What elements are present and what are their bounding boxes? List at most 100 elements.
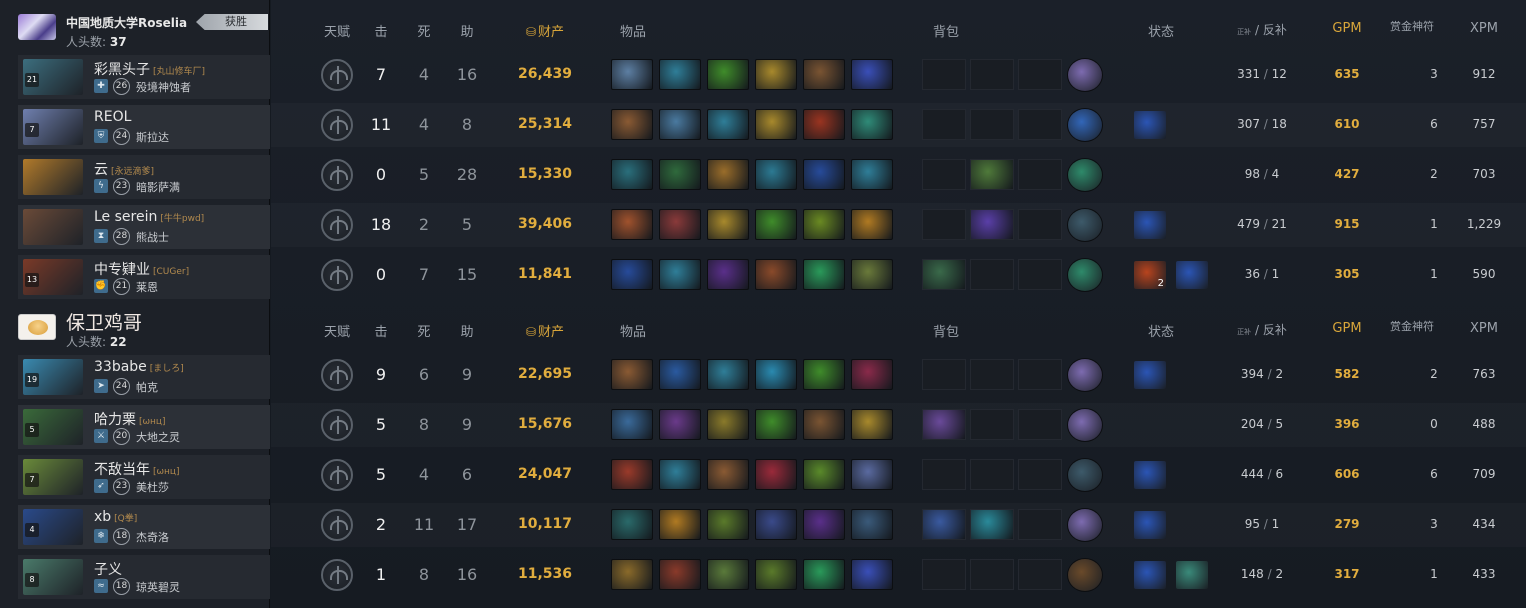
neutral-item-icon[interactable] — [1067, 408, 1103, 442]
item-icon[interactable] — [659, 259, 701, 290]
backpack-slot[interactable] — [922, 459, 966, 490]
item-icon[interactable] — [707, 159, 749, 190]
backpack-slot[interactable] — [970, 259, 1014, 290]
item-icon[interactable] — [803, 109, 845, 140]
neutral-item-icon[interactable] — [1067, 158, 1103, 192]
backpack-item-icon[interactable] — [922, 509, 966, 540]
backpack-slot[interactable] — [1018, 359, 1062, 390]
item-icon[interactable] — [803, 509, 845, 540]
item-icon[interactable] — [659, 359, 701, 390]
backpack-slot[interactable] — [1018, 409, 1062, 440]
player-row[interactable]: Le serein [牛牛pwd] ⧗ 28 熊战士 — [18, 205, 270, 249]
item-icon[interactable] — [755, 159, 797, 190]
item-icon[interactable] — [803, 159, 845, 190]
talent-tree-icon[interactable] — [321, 109, 353, 141]
item-icon[interactable] — [611, 59, 653, 90]
talent-tree-icon[interactable] — [321, 459, 353, 491]
backpack-slot[interactable] — [1018, 109, 1062, 140]
player-name[interactable]: 不敌当年 [ωнц] — [94, 459, 180, 479]
item-icon[interactable] — [755, 409, 797, 440]
backpack-slot[interactable] — [1018, 159, 1062, 190]
player-name[interactable]: 彩黑头子 [丸山修车厂] — [94, 59, 205, 79]
item-icon[interactable] — [851, 109, 893, 140]
item-icon[interactable] — [755, 459, 797, 490]
backpack-item-icon[interactable] — [922, 409, 966, 440]
item-icon[interactable] — [851, 359, 893, 390]
item-icon[interactable] — [755, 59, 797, 90]
item-icon[interactable] — [659, 509, 701, 540]
item-icon[interactable] — [803, 409, 845, 440]
item-icon[interactable] — [659, 159, 701, 190]
backpack-item-icon[interactable] — [922, 259, 966, 290]
item-icon[interactable] — [851, 159, 893, 190]
hero-portrait[interactable] — [23, 209, 83, 245]
item-icon[interactable] — [851, 209, 893, 240]
neutral-item-icon[interactable] — [1067, 258, 1103, 292]
backpack-slot[interactable] — [1018, 559, 1062, 590]
neutral-item-icon[interactable] — [1067, 58, 1103, 92]
player-name[interactable]: Le serein [牛牛pwd] — [94, 209, 204, 225]
player-row[interactable]: 4 xb [Q拳] ❄ 18 杰奇洛 — [18, 505, 270, 549]
player-name[interactable]: xb [Q拳] — [94, 509, 137, 525]
backpack-slot[interactable] — [922, 209, 966, 240]
neutral-item-icon[interactable] — [1067, 508, 1103, 542]
item-icon[interactable] — [851, 509, 893, 540]
item-icon[interactable] — [803, 359, 845, 390]
item-icon[interactable] — [851, 409, 893, 440]
item-icon[interactable] — [659, 209, 701, 240]
backpack-slot[interactable] — [922, 559, 966, 590]
item-icon[interactable] — [611, 359, 653, 390]
neutral-item-icon[interactable] — [1067, 358, 1103, 392]
item-icon[interactable] — [659, 559, 701, 590]
player-name[interactable]: 哈力栗 [ωнц] — [94, 409, 166, 429]
backpack-slot[interactable] — [970, 59, 1014, 90]
item-icon[interactable] — [707, 259, 749, 290]
backpack-slot[interactable] — [922, 359, 966, 390]
talent-tree-icon[interactable] — [321, 359, 353, 391]
backpack-slot[interactable] — [970, 459, 1014, 490]
neutral-item-icon[interactable] — [1067, 458, 1103, 492]
item-icon[interactable] — [611, 509, 653, 540]
hero-portrait[interactable]: 7 — [23, 109, 83, 145]
talent-tree-icon[interactable] — [321, 559, 353, 591]
player-row[interactable]: 云 [永远滴爹] ϟ 23 暗影萨满 — [18, 155, 270, 199]
item-icon[interactable] — [851, 559, 893, 590]
hero-portrait[interactable]: 19 — [23, 359, 83, 395]
backpack-slot[interactable] — [970, 359, 1014, 390]
talent-tree-icon[interactable] — [321, 159, 353, 191]
hero-portrait[interactable]: 7 — [23, 459, 83, 495]
player-row[interactable]: 5 哈力栗 [ωнц] ⚔ 20 大地之灵 — [18, 405, 270, 449]
backpack-item-icon[interactable] — [970, 209, 1014, 240]
item-icon[interactable] — [611, 259, 653, 290]
backpack-slot[interactable] — [1018, 459, 1062, 490]
item-icon[interactable] — [611, 159, 653, 190]
player-row[interactable]: 7 不敌当年 [ωнц] ➶ 23 美杜莎 — [18, 455, 270, 499]
hero-portrait[interactable]: 13 — [23, 259, 83, 295]
item-icon[interactable] — [851, 459, 893, 490]
player-row[interactable]: 19 33babe [ましろ] ➤ 24 帕克 — [18, 355, 270, 399]
talent-tree-icon[interactable] — [321, 209, 353, 241]
item-icon[interactable] — [851, 59, 893, 90]
backpack-slot[interactable] — [922, 159, 966, 190]
talent-tree-icon[interactable] — [321, 509, 353, 541]
item-icon[interactable] — [707, 109, 749, 140]
talent-tree-icon[interactable] — [321, 259, 353, 291]
item-icon[interactable] — [707, 559, 749, 590]
hero-portrait[interactable]: 5 — [23, 409, 83, 445]
item-icon[interactable] — [803, 559, 845, 590]
backpack-slot[interactable] — [1018, 209, 1062, 240]
hero-portrait[interactable]: 4 — [23, 509, 83, 545]
backpack-slot[interactable] — [922, 109, 966, 140]
item-icon[interactable] — [659, 409, 701, 440]
player-name[interactable]: 33babe [ましろ] — [94, 359, 184, 375]
backpack-slot[interactable] — [922, 59, 966, 90]
item-icon[interactable] — [803, 209, 845, 240]
item-icon[interactable] — [659, 459, 701, 490]
player-row[interactable]: 7 REOL ⛨ 24 斯拉达 — [18, 105, 270, 149]
backpack-item-icon[interactable] — [970, 159, 1014, 190]
item-icon[interactable] — [707, 509, 749, 540]
item-icon[interactable] — [707, 459, 749, 490]
backpack-slot[interactable] — [970, 409, 1014, 440]
item-icon[interactable] — [611, 209, 653, 240]
item-icon[interactable] — [611, 459, 653, 490]
